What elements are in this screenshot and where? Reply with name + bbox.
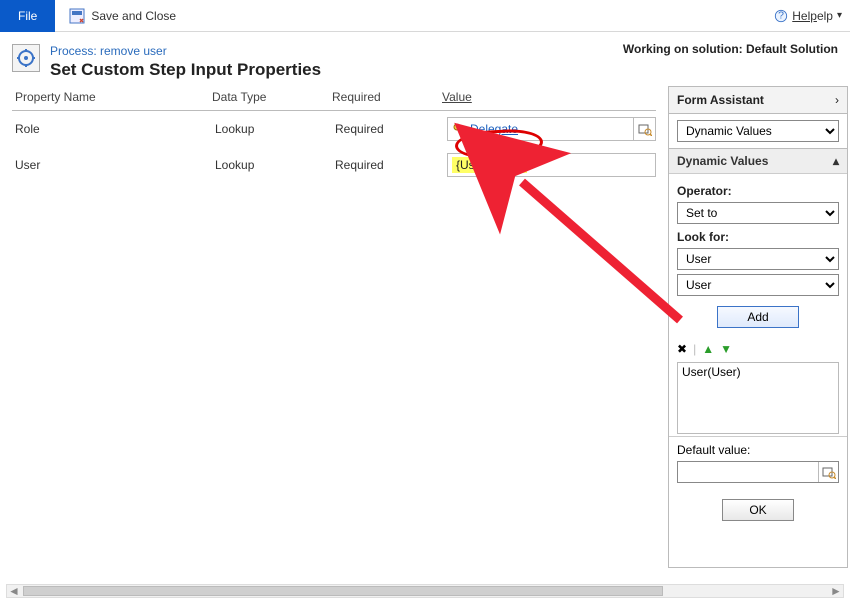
dynamic-values-list[interactable]: User(User) <box>677 362 839 434</box>
form-assistant-title: Form Assistant <box>677 93 764 107</box>
list-item[interactable]: User(User) <box>682 365 834 379</box>
value-input-user[interactable]: {User(User)} <box>447 153 656 177</box>
lookfor-attribute-select[interactable]: User <box>677 274 839 296</box>
lookup-button[interactable] <box>633 118 655 140</box>
col-required[interactable]: Required <box>332 90 442 104</box>
dynamic-token[interactable]: {User(User)} <box>452 157 527 173</box>
form-assistant-panel: Form Assistant › Dynamic Values Dynamic … <box>668 86 848 568</box>
value-input-role[interactable]: Delegate <box>447 117 656 141</box>
col-data-type[interactable]: Data Type <box>212 90 332 104</box>
prop-type: Lookup <box>212 158 332 172</box>
save-close-icon <box>69 8 85 24</box>
operator-select[interactable]: Set to <box>677 202 839 224</box>
prop-name: User <box>12 158 212 172</box>
table-row: Role Lookup Required Delegate <box>12 111 656 147</box>
add-button[interactable]: Add <box>717 306 799 328</box>
remove-icon[interactable]: ✖ <box>677 342 687 356</box>
chevron-right-icon[interactable]: › <box>835 93 839 107</box>
move-down-icon[interactable]: ▼ <box>720 342 732 356</box>
role-icon <box>452 122 466 136</box>
prop-required: Required <box>332 122 442 136</box>
chevron-down-icon: ▾ <box>837 10 842 21</box>
scroll-right-icon[interactable]: ► <box>829 585 843 597</box>
prop-type: Lookup <box>212 122 332 136</box>
dynamic-values-section[interactable]: Dynamic Values ▴ <box>669 148 847 173</box>
operator-label: Operator: <box>677 184 839 198</box>
move-up-icon[interactable]: ▲ <box>702 342 714 356</box>
ok-button[interactable]: OK <box>722 499 794 521</box>
horizontal-scrollbar[interactable]: ◄ ► <box>6 584 844 598</box>
save-close-label: Save and Close <box>91 9 176 23</box>
default-value-label: Default value: <box>677 443 750 457</box>
lookfor-entity-select[interactable]: User <box>677 248 839 270</box>
save-and-close-button[interactable]: Save and Close <box>69 8 176 24</box>
table-row: User Lookup Required {User(User)} <box>12 147 656 183</box>
file-menu[interactable]: File <box>0 0 55 32</box>
process-breadcrumb: Process: remove user <box>50 44 321 58</box>
col-value[interactable]: Value <box>442 90 656 104</box>
lookup-button[interactable] <box>818 462 838 482</box>
svg-text:?: ? <box>778 9 784 21</box>
delegate-link[interactable]: Delegate <box>452 122 518 136</box>
prop-required: Required <box>332 158 442 172</box>
help-menu[interactable]: ? Helpelp ▾ <box>774 9 842 23</box>
default-value-input[interactable] <box>677 461 839 483</box>
help-label: Helpelp <box>792 9 833 23</box>
table-header: Property Name Data Type Required Value <box>12 86 656 111</box>
scroll-left-icon[interactable]: ◄ <box>7 585 21 597</box>
working-on-solution: Working on solution: Default Solution <box>623 42 838 56</box>
help-icon: ? <box>774 9 788 23</box>
assistant-mode-select[interactable]: Dynamic Values <box>677 120 839 142</box>
prop-name: Role <box>12 122 212 136</box>
lookfor-label: Look for: <box>677 230 839 244</box>
scroll-thumb[interactable] <box>23 586 663 596</box>
collapse-icon: ▴ <box>833 154 839 168</box>
col-property-name[interactable]: Property Name <box>12 90 212 104</box>
page-title: Set Custom Step Input Properties <box>50 60 321 80</box>
process-icon <box>12 44 40 72</box>
